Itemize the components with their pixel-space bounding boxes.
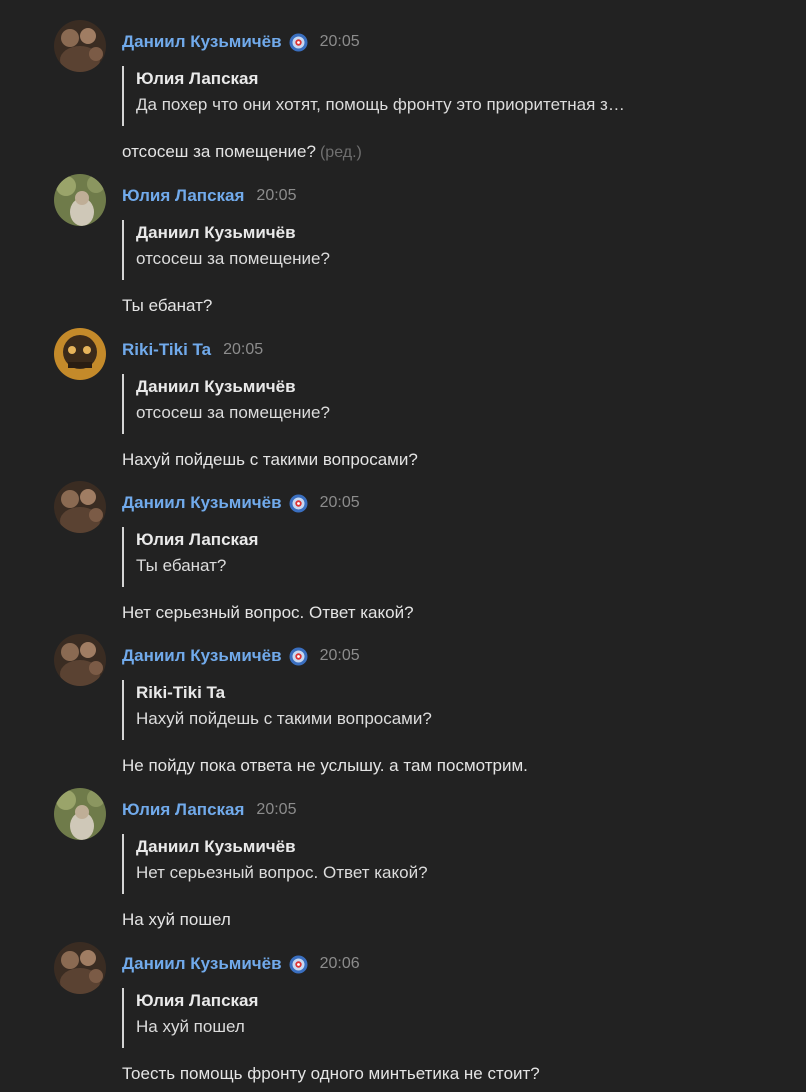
- quote-text: Да похер что они хотят, помощь фронту эт…: [136, 95, 625, 114]
- shield-badge-icon: [289, 33, 308, 52]
- avatar[interactable]: [54, 942, 106, 994]
- avatar[interactable]: [54, 634, 106, 686]
- message-text: Не пойду пока ответа не услышу. а там по…: [122, 756, 528, 775]
- quote-text: Нет серьезный вопрос. Ответ какой?: [136, 863, 428, 882]
- message-item: Юлия Лапская 20:05 Даниил Кузьмичёв отсо…: [0, 174, 806, 324]
- quote-text: Ты ебанат?: [136, 556, 227, 575]
- message-time[interactable]: 20:05: [223, 341, 263, 359]
- author-name[interactable]: Даниил Кузьмичёв: [122, 493, 282, 513]
- quote-text: Нахуй пойдешь с такими вопросами?: [136, 709, 432, 728]
- message-time[interactable]: 20:05: [256, 801, 296, 819]
- author-name[interactable]: Riki-Tiki Ta: [122, 340, 211, 360]
- shield-badge-icon: [289, 494, 308, 513]
- quote-text: отсосеш за помещение?: [136, 249, 330, 268]
- reply-quote[interactable]: Даниил Кузьмичёв отсосеш за помещение?: [122, 220, 330, 280]
- message-time[interactable]: 20:05: [320, 647, 360, 665]
- message-time[interactable]: 20:06: [320, 955, 360, 973]
- message-body: отсосеш за помещение?: [122, 142, 316, 161]
- reply-quote[interactable]: Юлия Лапская Ты ебанат?: [122, 527, 258, 587]
- message-text: На хуй пошел: [122, 910, 231, 929]
- reply-quote[interactable]: Riki-Tiki Ta Нахуй пойдешь с такими вопр…: [122, 680, 432, 740]
- quote-author: Даниил Кузьмичёв: [136, 223, 296, 242]
- author-name[interactable]: Даниил Кузьмичёв: [122, 646, 282, 666]
- edited-label: (ред.): [319, 144, 362, 161]
- message-item: Даниил Кузьмичёв 20:05 Юлия Лапская Ты е…: [0, 481, 806, 631]
- shield-badge-icon: [289, 647, 308, 666]
- quote-text: отсосеш за помещение?: [136, 403, 330, 422]
- reply-quote[interactable]: Юлия Лапская Да похер что они хотят, пом…: [122, 66, 625, 126]
- quote-author: Riki-Tiki Ta: [136, 683, 226, 702]
- message-time[interactable]: 20:05: [320, 33, 360, 51]
- author-name[interactable]: Юлия Лапская: [122, 186, 244, 206]
- message-text: Нет серьезный вопрос. Ответ какой?: [122, 603, 414, 622]
- message-text: отсосеш за помещение? (ред.): [122, 142, 362, 162]
- quote-text: На хуй пошел: [136, 1017, 245, 1036]
- reply-quote[interactable]: Даниил Кузьмичёв Нет серьезный вопрос. О…: [122, 834, 428, 894]
- author-name[interactable]: Даниил Кузьмичёв: [122, 954, 282, 974]
- message-item: Даниил Кузьмичёв 20:05 Riki-Tiki Ta Наху…: [0, 634, 806, 784]
- message-text: Нахуй пойдешь с такими вопросами?: [122, 450, 418, 469]
- message-item: Даниил Кузьмичёв 20:06 Юлия Лапская На х…: [0, 942, 806, 1092]
- reply-quote[interactable]: Даниил Кузьмичёв отсосеш за помещение?: [122, 374, 330, 434]
- quote-author: Юлия Лапская: [136, 991, 259, 1010]
- chat-history: Даниил Кузьмичёв 20:05 Юлия Лапская Да п…: [0, 0, 806, 1083]
- author-name[interactable]: Юлия Лапская: [122, 800, 244, 820]
- message-time[interactable]: 20:05: [320, 494, 360, 512]
- quote-author: Даниил Кузьмичёв: [136, 837, 296, 856]
- author-name[interactable]: Даниил Кузьмичёв: [122, 32, 282, 52]
- avatar[interactable]: [54, 20, 106, 72]
- message-item: Юлия Лапская 20:05 Даниил Кузьмичёв Нет …: [0, 788, 806, 938]
- message-item: Даниил Кузьмичёв 20:05 Юлия Лапская Да п…: [0, 20, 806, 170]
- quote-author: Юлия Лапская: [136, 69, 259, 88]
- message-text: Тоесть помощь фронту одного минтьетика н…: [122, 1064, 540, 1083]
- reply-quote[interactable]: Юлия Лапская На хуй пошел: [122, 988, 258, 1048]
- quote-author: Юлия Лапская: [136, 530, 259, 549]
- avatar[interactable]: [54, 481, 106, 533]
- message-time[interactable]: 20:05: [256, 187, 296, 205]
- quote-author: Даниил Кузьмичёв: [136, 377, 296, 396]
- shield-badge-icon: [289, 955, 308, 974]
- avatar[interactable]: [54, 788, 106, 840]
- avatar[interactable]: [54, 328, 106, 380]
- message-text: Ты ебанат?: [122, 296, 213, 315]
- avatar[interactable]: [54, 174, 106, 226]
- message-item: Riki-Tiki Ta 20:05 Даниил Кузьмичёв отсо…: [0, 328, 806, 478]
